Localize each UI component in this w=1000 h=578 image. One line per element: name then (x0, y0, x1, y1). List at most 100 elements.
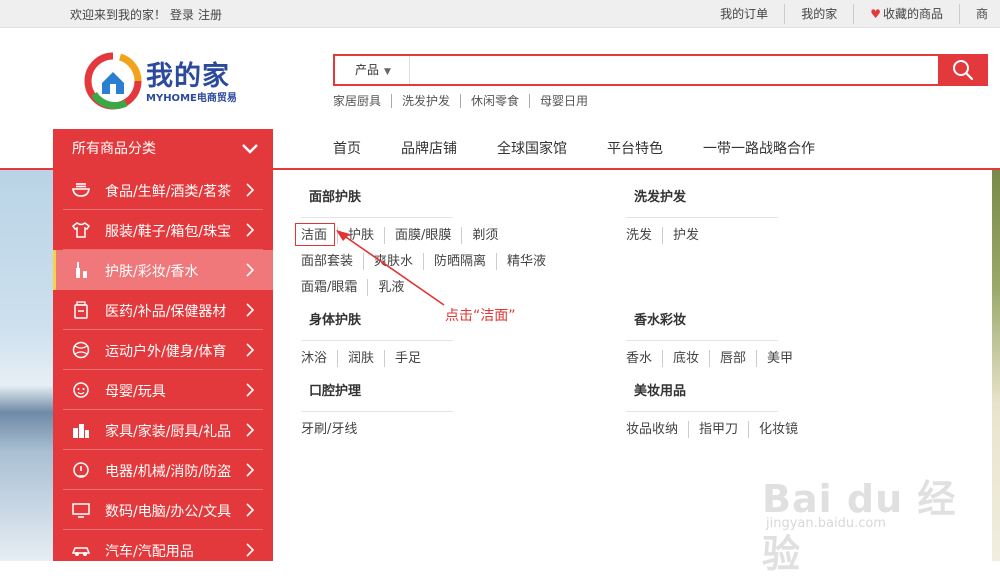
subcategory-link[interactable]: 底妆 (662, 350, 709, 367)
category-item-baby[interactable]: 母婴/玩具 (53, 370, 273, 410)
shirt-icon (71, 222, 91, 238)
subcategory-link[interactable]: 手足 (384, 350, 431, 367)
subcategory-group: 香水彩妆 香水 底妆 唇部 美甲 (626, 311, 876, 367)
heart-icon: ♥ (870, 7, 881, 21)
login-link[interactable]: 登录 (170, 8, 194, 22)
hotword-link[interactable]: 母婴日用 (529, 94, 598, 108)
subcategory-link[interactable]: 化妆镜 (748, 421, 808, 438)
main-nav: 首页 品牌店铺 全球国家馆 平台特色 一带一路战略合作 (333, 129, 855, 168)
category-item-cosmetics[interactable]: 护肤/彩妆/香水 (53, 250, 273, 290)
register-link[interactable]: 注册 (198, 8, 222, 22)
category-item-sports[interactable]: 运动户外/健身/体育 (53, 330, 273, 370)
banner-image-left (0, 170, 53, 561)
chevron-right-icon (246, 543, 255, 557)
category-item-furniture[interactable]: 家具/家装/厨具/礼品 (53, 410, 273, 450)
chevron-right-icon (246, 463, 255, 477)
category-label: 食品/生鲜/酒类/茗茶 (105, 184, 232, 200)
chevron-right-icon (246, 303, 255, 317)
category-label: 服装/鞋子/箱包/珠宝 (105, 224, 232, 240)
chevron-right-icon (246, 183, 255, 197)
category-item-medicine[interactable]: 医药/补品/保健器材 (53, 290, 273, 330)
bowl-icon (72, 183, 90, 197)
group-title: 口腔护理 (309, 384, 362, 399)
chevron-right-icon (246, 223, 255, 237)
cosmetics-icon (76, 262, 87, 278)
subcategory-link[interactable]: 洗发 (626, 227, 662, 244)
favorites-link[interactable]: ♥ 收藏的商品 (853, 4, 959, 24)
ball-icon (72, 341, 90, 359)
monitor-icon (72, 503, 90, 518)
category-side-menu: 食品/生鲜/酒类/茗茶 服装/鞋子/箱包/珠宝 护肤/彩妆/香水 医药/补品/保… (53, 170, 273, 561)
nav-platform-features[interactable]: 平台特色 (607, 129, 663, 168)
logo-name: 我的家 (146, 61, 230, 92)
welcome-area: 欢迎来到我的家！ 登录 注册 (70, 6, 226, 23)
appliance-icon (73, 462, 89, 478)
group-title: 美妆用品 (634, 384, 687, 399)
logo-subtitle: MYHOME电商贸易 (146, 93, 237, 104)
subcategory-link[interactable]: 牙刷/牙线 (301, 421, 367, 438)
highlight-box (295, 223, 335, 246)
subcategory-link[interactable]: 唇部 (709, 350, 756, 367)
chevron-right-icon (246, 503, 255, 517)
my-home-link[interactable]: 我的家 (784, 4, 853, 24)
nav-brand-stores[interactable]: 品牌店铺 (401, 129, 457, 168)
nav-global-pavilion[interactable]: 全球国家馆 (497, 129, 567, 168)
category-item-food[interactable]: 食品/生鲜/酒类/茗茶 (53, 170, 273, 210)
category-label: 运动户外/健身/体育 (105, 344, 227, 360)
subcategory-link[interactable]: 剃须 (461, 227, 508, 244)
logo-house-icon (84, 52, 142, 110)
category-label: 数码/电脑/办公/文具 (105, 504, 232, 520)
favorites-label: 收藏的商品 (882, 7, 943, 21)
chevron-right-icon (246, 423, 255, 437)
top-bar: 欢迎来到我的家！ 登录 注册 我的订单 我的家 ♥ 收藏的商品 商 (0, 0, 1000, 28)
annotation-arrow-icon (336, 230, 445, 306)
building-icon (73, 424, 89, 438)
nav-home[interactable]: 首页 (333, 129, 361, 168)
group-title: 面部护肤 (309, 190, 362, 205)
shop-link[interactable]: 商 (958, 4, 1000, 24)
site-logo[interactable]: 我的家 MYHOME电商贸易 (82, 50, 252, 112)
subcategory-link[interactable]: 香水 (626, 350, 662, 367)
search-input[interactable] (411, 56, 938, 84)
caret-down-icon: ▼ (384, 67, 391, 77)
hotword-link[interactable]: 洗发护发 (391, 94, 460, 108)
search-category-select[interactable]: 产品 ▼ (335, 56, 410, 84)
category-label: 护肤/彩妆/香水 (105, 264, 199, 280)
category-item-clothing[interactable]: 服装/鞋子/箱包/珠宝 (53, 210, 273, 250)
category-item-digital[interactable]: 数码/电脑/办公/文具 (53, 490, 273, 530)
watermark-url: jingyan.baidu.com (766, 516, 886, 531)
top-links: 我的订单 我的家 ♥ 收藏的商品 商 (704, 4, 1000, 24)
subcategory-group: 口腔护理 牙刷/牙线 (301, 382, 551, 438)
subcategory-link[interactable]: 美甲 (756, 350, 803, 367)
hotword-link[interactable]: 家居厨具 (333, 94, 391, 108)
subcategory-link[interactable]: 精华液 (496, 253, 556, 270)
my-orders-link[interactable]: 我的订单 (704, 4, 784, 24)
baby-icon (73, 382, 89, 398)
subcategory-link[interactable]: 润肤 (337, 350, 384, 367)
category-label: 汽车/汽配用品 (105, 544, 194, 560)
all-categories-button[interactable]: 所有商品分类 (53, 129, 273, 170)
nav-belt-road[interactable]: 一带一路战略合作 (703, 129, 815, 168)
all-categories-label: 所有商品分类 (72, 141, 156, 157)
chevron-right-icon (246, 263, 255, 277)
subcategory-link[interactable]: 指甲刀 (688, 421, 748, 438)
chevron-right-icon (246, 383, 255, 397)
banner-image-right (992, 170, 1000, 561)
hot-keywords: 家居厨具 洗发护发 休闲零食 母婴日用 (333, 94, 598, 108)
hotword-link[interactable]: 休闲零食 (460, 94, 529, 108)
search-bar: 产品 ▼ (333, 54, 988, 86)
chevron-right-icon (246, 343, 255, 357)
medicine-icon (74, 301, 88, 319)
group-title: 香水彩妆 (634, 313, 687, 328)
category-label: 母婴/玩具 (105, 384, 166, 400)
search-category-label: 产品 (355, 63, 380, 77)
subcategory-link[interactable]: 妆品收纳 (626, 421, 688, 438)
subcategory-link[interactable]: 沐浴 (301, 350, 337, 367)
car-icon (71, 547, 91, 556)
search-button[interactable] (938, 54, 988, 86)
category-item-appliances[interactable]: 电器/机械/消防/防盗 (53, 450, 273, 490)
category-item-auto[interactable]: 汽车/汽配用品 (53, 530, 273, 570)
group-title: 洗发护发 (634, 190, 687, 205)
subcategory-link[interactable]: 护发 (662, 227, 709, 244)
category-label: 家具/家装/厨具/礼品 (105, 424, 232, 440)
